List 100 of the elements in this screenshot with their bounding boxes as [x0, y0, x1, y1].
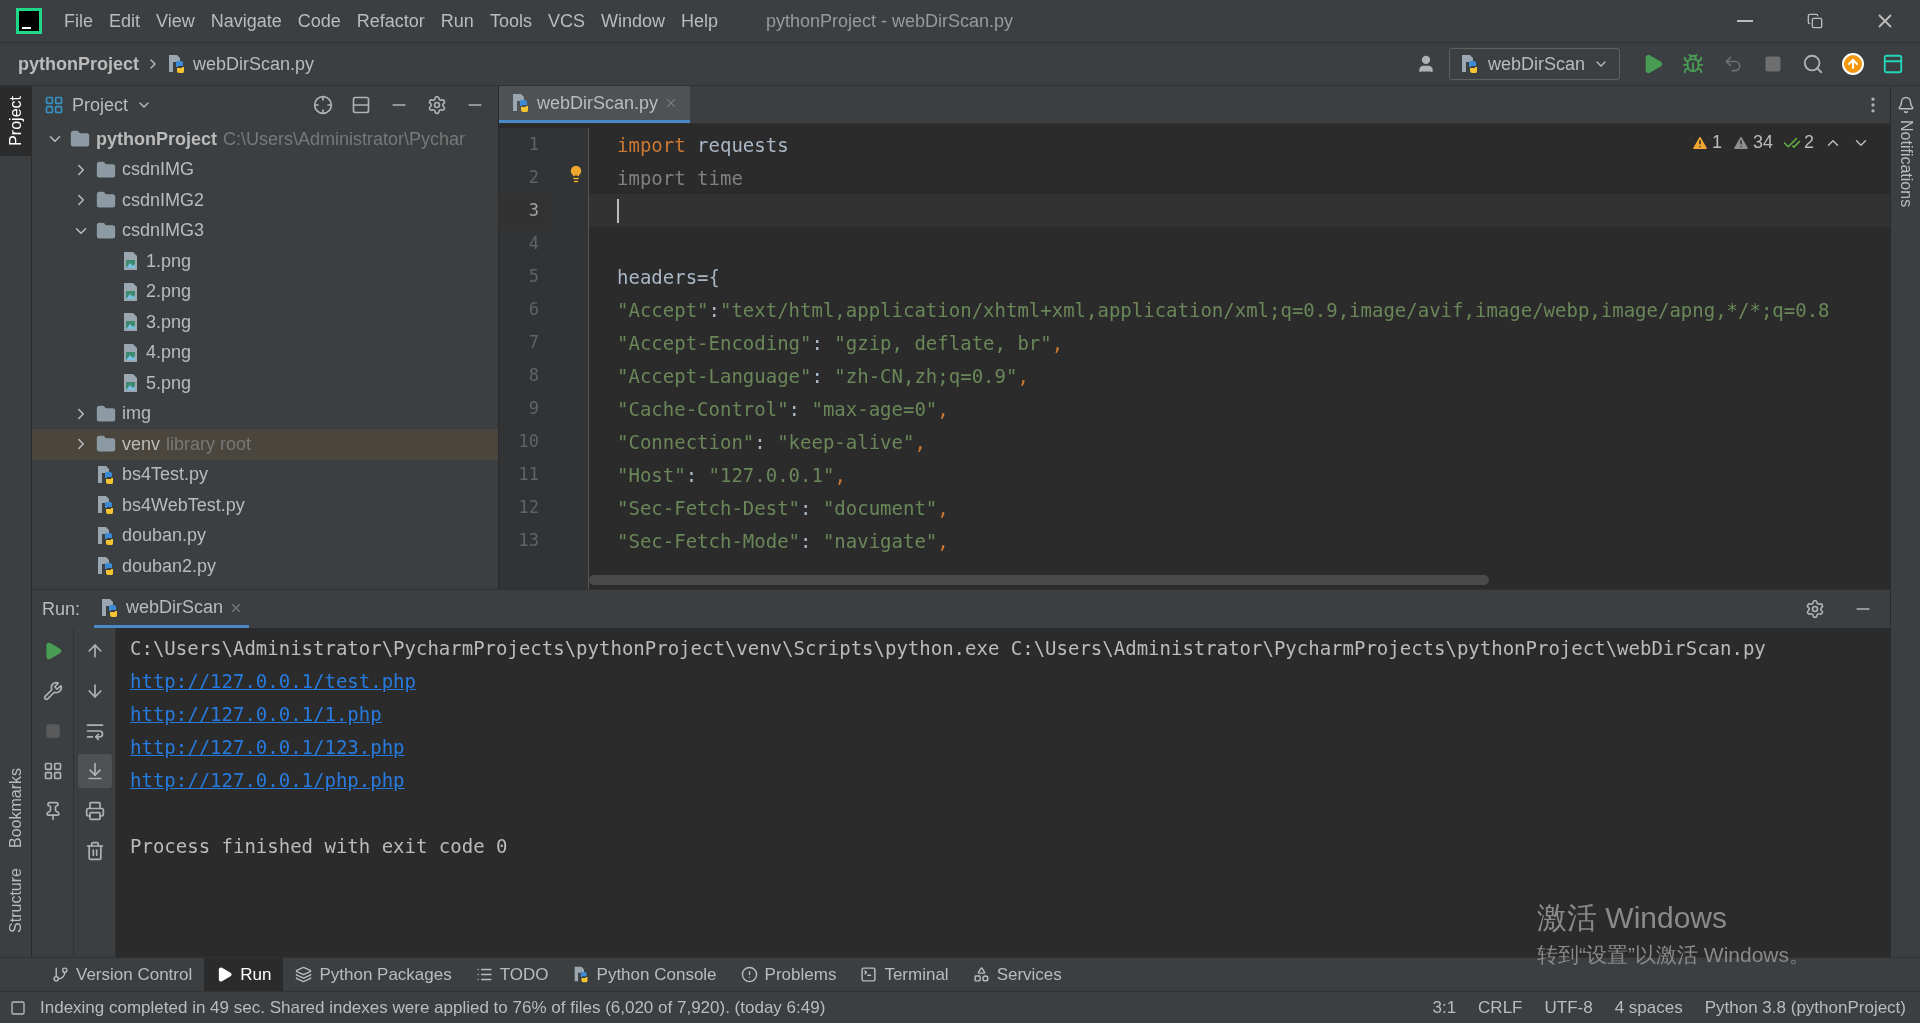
code-line: "Sec-Fetch-Mode": "navigate",: [617, 529, 949, 552]
console-tool-button[interactable]: [77, 754, 112, 788]
tree-item[interactable]: venv library root: [32, 429, 498, 460]
scrollbar[interactable]: [589, 575, 1489, 585]
tool-window-tab[interactable]: Terminal: [848, 958, 961, 991]
editor-tab[interactable]: webDirScan.py: [499, 86, 691, 123]
code-line: import requests: [617, 133, 789, 156]
tree-item[interactable]: douban.py: [32, 520, 498, 551]
tree-item[interactable]: 2.png: [32, 276, 498, 307]
image-file-icon: [122, 312, 140, 333]
file-name: pythonProject: [96, 128, 217, 150]
tool-window-tab[interactable]: Problems: [728, 958, 849, 991]
output-link[interactable]: http://127.0.0.1/1.php: [130, 698, 382, 731]
tool-window-tab[interactable]: Services: [960, 958, 1074, 991]
menu-item[interactable]: File: [56, 10, 101, 32]
run-config-tab[interactable]: webDirScan: [94, 590, 250, 628]
side-tab[interactable]: Structure: [0, 858, 32, 943]
play-icon: [216, 966, 234, 983]
status-item[interactable]: CRLF: [1474, 997, 1527, 1018]
app-logo-icon[interactable]: [16, 8, 42, 34]
tool-window-tab[interactable]: Python Console: [560, 958, 729, 991]
print-icon: [84, 801, 105, 821]
path-hint: library root: [166, 433, 252, 455]
tree-item[interactable]: 3.png: [32, 307, 498, 338]
tree-item[interactable]: 5.png: [32, 368, 498, 399]
project-view-dropdown[interactable]: Project: [44, 94, 153, 116]
tree-item[interactable]: 1.png: [32, 246, 498, 277]
status-item[interactable]: UTF-8: [1540, 997, 1597, 1018]
file-name: 3.png: [146, 311, 192, 333]
python-file-icon: [511, 93, 531, 113]
side-tab[interactable]: Bookmarks: [0, 758, 32, 859]
file-name: img: [122, 403, 151, 425]
tool-window-tab[interactable]: Run: [204, 958, 284, 991]
file-name: bs4Test.py: [122, 464, 209, 486]
file-name: csdnIMG3: [122, 220, 205, 242]
breadcrumb-item[interactable]: pythonProject: [18, 53, 139, 75]
status-item[interactable]: Python 3.8 (pythonProject): [1700, 997, 1910, 1018]
code-line: headers={: [617, 265, 720, 288]
menu-item[interactable]: Help: [672, 10, 726, 32]
file-name: 1.png: [146, 250, 192, 272]
alert-icon: [740, 966, 758, 983]
file-name: csdnIMG: [122, 159, 195, 181]
file-name: csdnIMG2: [122, 189, 205, 211]
tree-item[interactable]: bs4WebTest.py: [32, 490, 498, 521]
output-link[interactable]: http://127.0.0.1/php.php: [130, 764, 405, 797]
status-item[interactable]: 3:1: [1428, 997, 1461, 1018]
tree-item[interactable]: img: [32, 398, 498, 429]
code-line: "Accept-Encoding": "gzip, deflate, br",: [617, 331, 1064, 354]
menu-item[interactable]: Code: [289, 10, 349, 32]
tree-item[interactable]: csdnIMG3: [32, 215, 498, 246]
tool-window-tab[interactable]: Version Control: [40, 958, 205, 991]
python-file-icon: [572, 966, 590, 983]
text-cursor: [617, 198, 619, 223]
side-tab[interactable]: Project: [0, 86, 32, 156]
tree-item[interactable]: bs4Test.py: [32, 459, 498, 490]
side-tab[interactable]: Notifications: [1896, 120, 1915, 208]
menu-item[interactable]: Run: [432, 10, 482, 32]
menu-item[interactable]: View: [148, 10, 203, 32]
status-item[interactable]: 4 spaces: [1610, 997, 1687, 1018]
tool-window-tab[interactable]: TODO: [463, 958, 561, 991]
file-name: douban.py: [122, 525, 207, 547]
run-config-dropdown[interactable]: webDirScan: [1448, 48, 1620, 80]
menu-item[interactable]: Refactor: [348, 10, 433, 32]
tree-item[interactable]: pythonProject C:\Users\Administrator\Pychar: [32, 124, 498, 155]
code-line: "Sec-Fetch-Dest": "document",: [617, 496, 949, 519]
file-name: 4.png: [146, 342, 192, 364]
branch-icon: [52, 966, 69, 983]
inspection-count[interactable]: 1: [1690, 132, 1722, 153]
notification-icon[interactable]: [1896, 96, 1915, 114]
breadcrumb-item[interactable]: webDirScan.py: [193, 53, 315, 75]
file-name: 5.png: [146, 372, 192, 394]
minimize-icon: [1737, 20, 1753, 22]
file-name: venv: [122, 433, 161, 455]
menu-item[interactable]: VCS: [539, 10, 593, 32]
file-name: 2.png: [146, 281, 192, 303]
output-link[interactable]: http://127.0.0.1/test.php: [130, 665, 416, 698]
menu-item[interactable]: Navigate: [202, 10, 290, 32]
inspection-count[interactable]: 34: [1731, 132, 1773, 153]
menu-item[interactable]: Window: [592, 10, 673, 32]
wrap-icon: [84, 721, 105, 741]
image-file-icon: [122, 251, 140, 272]
python-file-icon: [96, 556, 116, 577]
tool-window-tab[interactable]: Python Packages: [283, 958, 464, 991]
restore-icon: [1807, 13, 1823, 29]
menu-item[interactable]: Edit: [101, 10, 149, 32]
folder-icon: [96, 159, 116, 180]
tree-item[interactable]: csdnIMG: [32, 154, 498, 185]
tree-item[interactable]: douban2.py: [32, 551, 498, 582]
output-link[interactable]: http://127.0.0.1/123.php: [130, 731, 405, 764]
status-icon[interactable]: [10, 999, 26, 1016]
tree-item[interactable]: 4.png: [32, 337, 498, 368]
code-line: import time: [617, 166, 743, 189]
menu-item[interactable]: Tools: [481, 10, 540, 32]
terminal-icon: [860, 966, 878, 983]
activation-title: 激活 Windows: [1537, 900, 1729, 936]
inspection-count[interactable]: 2: [1783, 132, 1814, 153]
image-file-icon: [122, 373, 140, 394]
folder-icon: [96, 403, 116, 424]
tree-item[interactable]: csdnIMG2: [32, 185, 498, 216]
services-icon: [972, 966, 990, 983]
